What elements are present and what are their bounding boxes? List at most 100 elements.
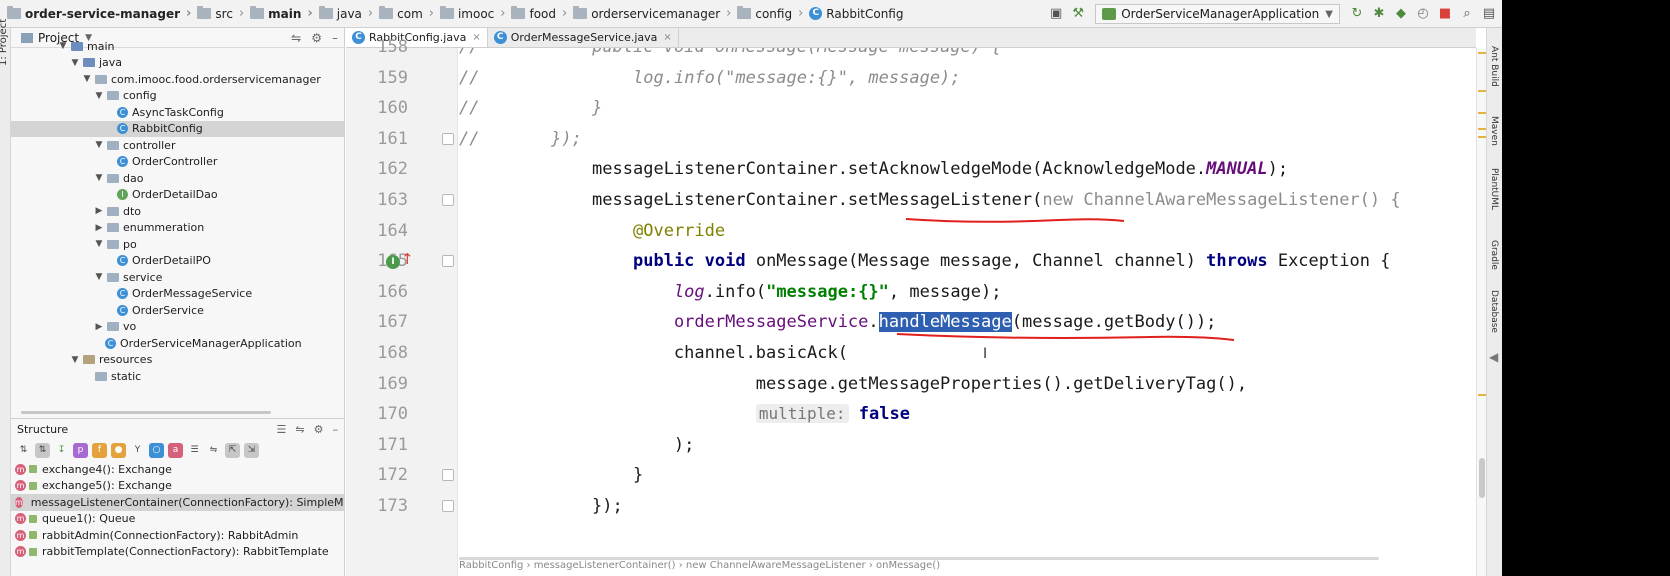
run-configuration-select[interactable]: OrderServiceManagerApplication ▼ — [1095, 4, 1340, 24]
expanded-arrow-icon[interactable]: ▼ — [93, 173, 105, 183]
code-line[interactable]: message.getMessageProperties().getDelive… — [459, 369, 1247, 400]
code-line[interactable]: } — [459, 460, 643, 491]
code-line[interactable]: // public void onMessage(Message message… — [459, 48, 1001, 63]
autoscroll-to-source-icon[interactable]: ⇱ — [225, 442, 240, 458]
code-line[interactable]: public void onMessage(Message message, C… — [459, 246, 1390, 277]
code-line[interactable]: log.info("message:{}", message); — [459, 277, 1002, 308]
breadcrumb-item[interactable]: java › — [316, 0, 376, 28]
breadcrumb-item[interactable]: src › — [194, 0, 247, 28]
expanded-arrow-icon[interactable]: ▼ — [93, 140, 105, 150]
search-icon[interactable]: ⌕ — [1456, 3, 1478, 25]
minimize-icon[interactable]: – — [333, 423, 339, 436]
error-stripe[interactable] — [1476, 48, 1486, 576]
collapsed-arrow-icon[interactable]: ▶ — [93, 322, 105, 332]
project-tree-item[interactable]: C OrderMessageService — [11, 286, 344, 303]
override-up-arrow-icon[interactable]: ↑ — [401, 250, 414, 268]
expanded-arrow-icon[interactable]: ▼ — [93, 272, 105, 282]
project-tool-button[interactable]: 1: Project — [0, 19, 9, 66]
code-line[interactable]: }); — [459, 491, 623, 522]
editor-breadcrumb[interactable]: RabbitConfig › messageListenerContainer(… — [459, 560, 940, 571]
warning-marker[interactable] — [1478, 90, 1486, 92]
expanded-arrow-icon[interactable]: ▼ — [57, 41, 69, 51]
breadcrumb-item[interactable]: imooc › — [437, 0, 509, 28]
implements-method-icon[interactable]: I — [386, 255, 400, 269]
abstract-icon[interactable]: a — [168, 442, 183, 458]
warning-marker[interactable] — [1478, 394, 1486, 396]
non-public-icon[interactable]: ● — [111, 442, 126, 458]
coverage-icon[interactable]: ◆ — [1390, 3, 1412, 25]
sort-alpha-icon[interactable]: ⇅ — [35, 442, 50, 458]
expanded-arrow-icon[interactable]: ▼ — [93, 91, 105, 101]
project-tree-item[interactable]: C OrderController — [11, 154, 344, 171]
project-tree-item[interactable]: ▼ dao — [11, 170, 344, 187]
horizontal-scrollbar[interactable] — [21, 411, 271, 414]
show-members-icon[interactable]: ☰ — [187, 443, 202, 458]
breadcrumb-item[interactable]: orderservicemanager › — [570, 0, 734, 28]
project-tree-item[interactable]: C OrderDetailPO — [11, 253, 344, 270]
stop-icon[interactable]: ■ — [1434, 3, 1456, 25]
code-line[interactable]: multiple: false — [459, 399, 910, 430]
close-icon[interactable]: × — [663, 32, 671, 43]
project-tree-item[interactable]: ▶ enummeration — [11, 220, 344, 237]
code-line[interactable]: // }); — [459, 124, 582, 155]
collapse-icon[interactable]: ⇋ — [206, 443, 221, 458]
code-line[interactable]: // log.info("message:{}", message); — [459, 63, 961, 94]
project-tree-item[interactable]: C OrderServiceManagerApplication — [11, 335, 344, 352]
close-icon[interactable]: × — [472, 32, 480, 43]
profile-icon[interactable]: ◴ — [1412, 3, 1434, 25]
code-line[interactable]: messageListenerContainer.setMessageListe… — [459, 185, 1401, 216]
gradle-tool-button[interactable]: Gradle — [1489, 240, 1499, 270]
scroll-thumb[interactable] — [1479, 458, 1485, 498]
project-tree-item[interactable]: I OrderDetailDao — [11, 187, 344, 204]
breadcrumb-item[interactable]: config › — [734, 0, 806, 28]
project-tree-item[interactable]: ▶ vo — [11, 319, 344, 336]
anonymous-icon[interactable]: ○ — [149, 442, 164, 458]
project-tree-item[interactable]: ▼ po — [11, 236, 344, 253]
breadcrumb-item[interactable]: food › — [508, 0, 570, 28]
gear-icon[interactable]: ⚙ — [314, 423, 324, 436]
warning-marker[interactable] — [1478, 112, 1486, 114]
code-line[interactable]: orderMessageService.handleMessage(messag… — [459, 307, 1216, 338]
editor-tab[interactable]: C OrderMessageService.java × — [488, 28, 679, 47]
structure-item[interactable]: m rabbitAdmin(ConnectionFactory): RabbitA… — [11, 527, 344, 544]
project-tree-item[interactable]: ▼ service — [11, 269, 344, 286]
rerun-icon[interactable]: ↻ — [1346, 3, 1368, 25]
code-line[interactable]: // } — [459, 93, 602, 124]
project-tree-item[interactable]: C AsyncTaskConfig — [11, 104, 344, 121]
inherited-icon[interactable]: ↧ — [54, 443, 69, 458]
fold-marker-icon[interactable] — [442, 500, 454, 512]
autoscroll-from-source-icon[interactable]: ⇲ — [244, 442, 259, 458]
breadcrumb-item[interactable]: main › — [247, 0, 316, 28]
breadcrumb-item[interactable]: order-service-manager › — [4, 0, 194, 28]
fold-marker-icon[interactable] — [442, 469, 454, 482]
warning-marker[interactable] — [1478, 52, 1486, 54]
collapsed-arrow-icon[interactable]: ▶ — [93, 223, 105, 233]
structure-item[interactable]: m exchange5(): Exchange — [11, 478, 344, 495]
fold-marker-icon[interactable] — [442, 194, 454, 206]
expanded-arrow-icon[interactable]: ▼ — [93, 239, 105, 249]
code-line[interactable]: @Override — [459, 216, 725, 247]
ant-build-tool-button[interactable]: Ant Build — [1489, 46, 1499, 87]
expand-all-icon[interactable]: ☰ — [277, 423, 287, 436]
plantuml-tool-button[interactable]: PlantUML — [1489, 168, 1499, 210]
build-hammer-icon[interactable]: ⚒ — [1067, 3, 1089, 25]
fields-icon[interactable]: f — [92, 442, 107, 458]
project-tree-item[interactable]: ▶ dto — [11, 203, 344, 220]
project-tree-item[interactable]: ▼ controller — [11, 137, 344, 154]
code-line[interactable]: channel.basicAck( — [459, 338, 848, 369]
sort-by-type-icon[interactable]: ⇅ — [16, 443, 31, 458]
project-structure-icon[interactable]: ▣ — [1045, 3, 1067, 25]
structure-item[interactable]: m exchange4(): Exchange — [11, 461, 344, 478]
breadcrumb-item[interactable]: com › — [376, 0, 437, 28]
project-tree-item[interactable]: ▼ java — [11, 55, 344, 72]
breadcrumb-item[interactable]: C RabbitConfig — [806, 0, 906, 28]
maven-tool-button[interactable]: Maven — [1489, 116, 1499, 146]
expanded-arrow-icon[interactable]: ▼ — [69, 355, 81, 365]
settings-icon[interactable]: ▤ — [1478, 3, 1500, 25]
project-tree-item[interactable]: ▼ main — [11, 38, 344, 55]
collapsed-arrow-icon[interactable]: ▶ — [93, 206, 105, 216]
project-tree-item[interactable]: ▼ resources — [11, 352, 344, 369]
debug-bug-icon[interactable]: ✱ — [1368, 3, 1390, 25]
warning-marker[interactable] — [1478, 128, 1486, 130]
project-tree-item[interactable]: C RabbitConfig — [11, 120, 344, 137]
